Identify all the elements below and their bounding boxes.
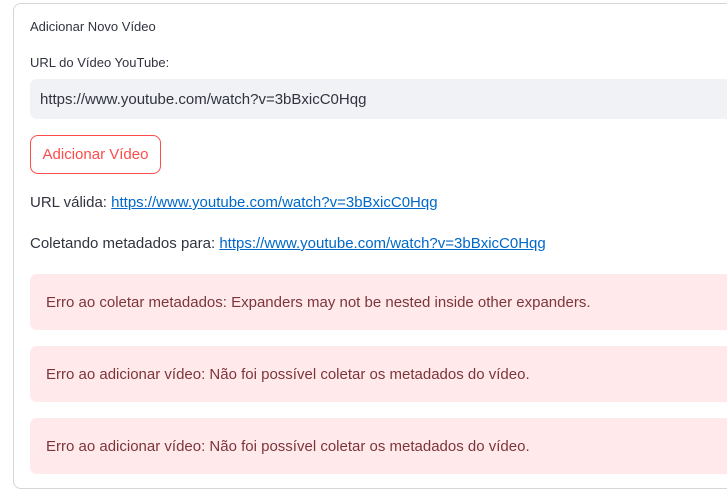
collecting-prefix: Coletando metadados para: [30, 235, 216, 252]
valid-url-message: URL válida: https://www.youtube.com/watc… [30, 194, 438, 211]
url-input[interactable] [30, 79, 727, 119]
error-alert-add-video: Erro ao adicionar vídeo: Não foi possíve… [30, 346, 727, 402]
error-alert-add-video-repeat: Erro ao adicionar vídeo: Não foi possíve… [30, 418, 727, 474]
form-heading: Adicionar Novo Vídeo [30, 19, 156, 34]
collecting-metadata-message: Coletando metadados para: https://www.yo… [30, 235, 546, 252]
url-field-label: URL do Vídeo YouTube: [30, 55, 170, 70]
valid-url-link[interactable]: https://www.youtube.com/watch?v=3bBxicC0… [111, 194, 437, 211]
error-alert-metadata: Erro ao coletar metadados: Expanders may… [30, 274, 727, 330]
add-video-button[interactable]: Adicionar Vídeo [30, 135, 161, 174]
valid-url-prefix: URL válida: [30, 194, 107, 211]
collecting-url-link[interactable]: https://www.youtube.com/watch?v=3bBxicC0… [219, 235, 545, 252]
